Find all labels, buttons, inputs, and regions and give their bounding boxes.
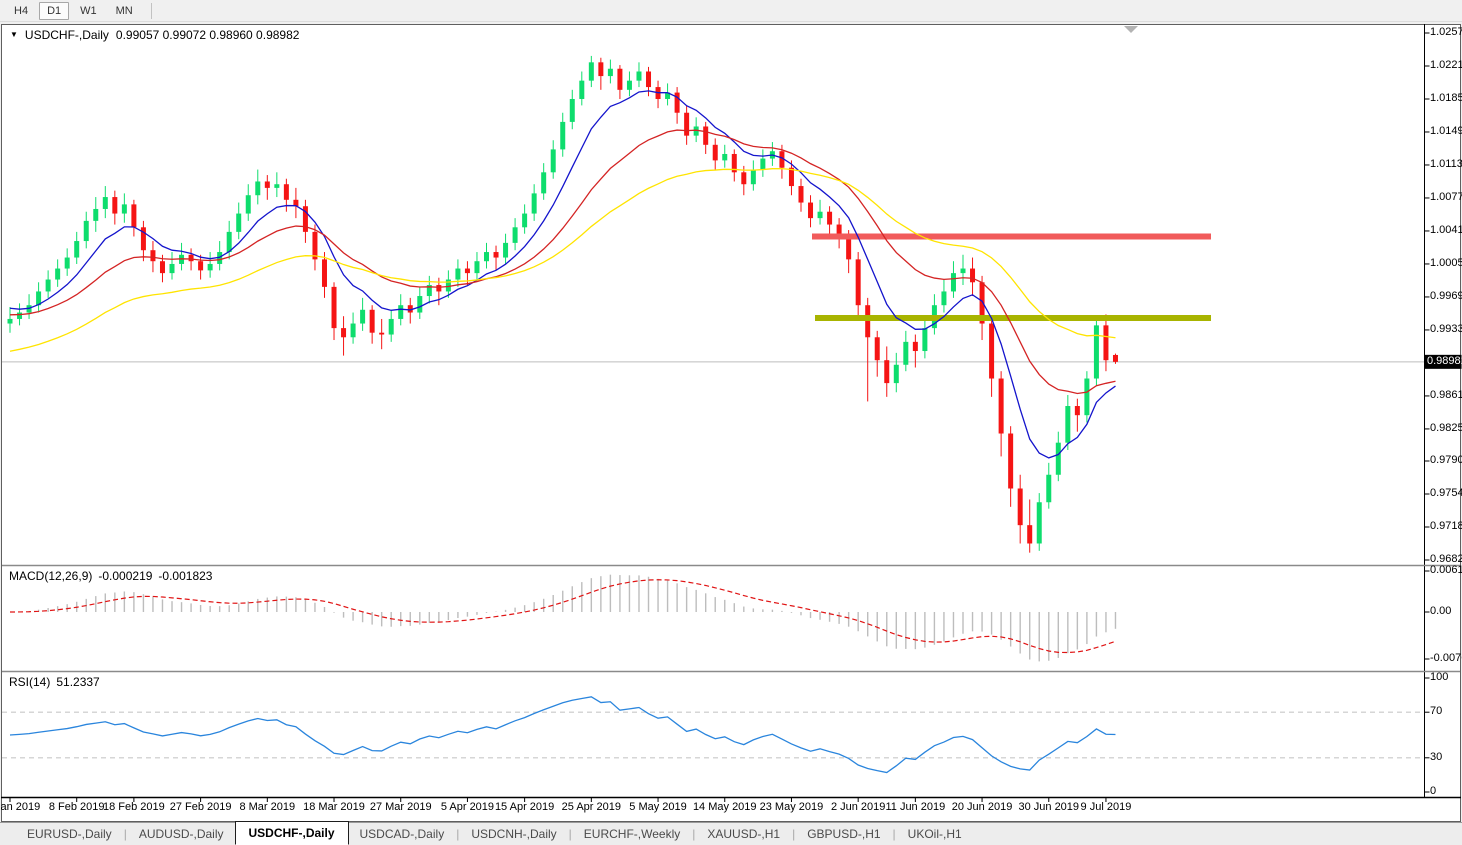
tab-usdcad-daily[interactable]: USDCAD-,Daily (349, 824, 456, 844)
tab-eurusd-daily[interactable]: EURUSD-,Daily (16, 824, 123, 844)
chart-tab-bar: EURUSD-,Daily | AUDUSD-,Daily USDCHF-,Daily… (0, 821, 1462, 845)
chart-shift-marker-icon[interactable] (1124, 26, 1138, 33)
tab-gbpusd-h1[interactable]: GBPUSD-,H1 (796, 824, 891, 844)
tab-xauusd-h1[interactable]: XAUUSD-,H1 (696, 824, 791, 844)
price-chart-canvas[interactable] (0, 0, 1462, 845)
tab-usdchf-daily[interactable]: USDCHF-,Daily (234, 821, 349, 845)
tab-usdcnh-daily[interactable]: USDCNH-,Daily (460, 824, 567, 844)
tab-ukoil-h1[interactable]: UKOil-,H1 (897, 824, 973, 844)
tab-audusd-daily[interactable]: AUDUSD-,Daily (128, 824, 235, 844)
tab-eurchf-weekly[interactable]: EURCHF-,Weekly (573, 824, 691, 844)
